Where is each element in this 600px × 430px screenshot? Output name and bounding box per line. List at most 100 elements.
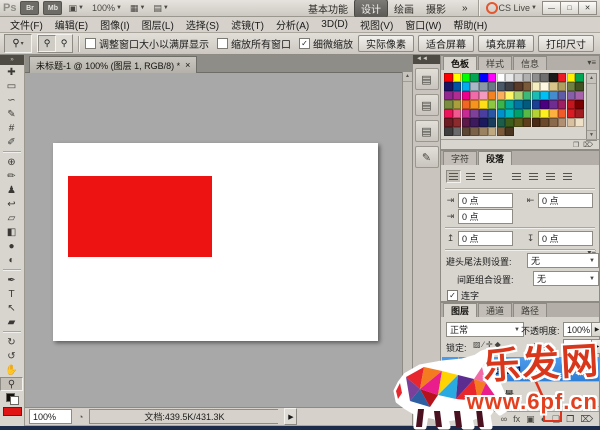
- type-tool[interactable]: T: [0, 287, 23, 301]
- cs-live-button[interactable]: CS Live▼: [484, 2, 539, 14]
- color-swatch[interactable]: [514, 82, 523, 91]
- color-swatch[interactable]: [567, 73, 576, 82]
- lock-icon-4[interactable]: ◆: [495, 340, 501, 349]
- swatches-tab-信息[interactable]: 信息: [513, 56, 547, 70]
- gradient-tool[interactable]: ◧: [0, 225, 23, 239]
- color-swatch[interactable]: [488, 118, 497, 127]
- dock-panel-icon-1[interactable]: ▤: [415, 68, 439, 90]
- color-swatch[interactable]: [488, 82, 497, 91]
- dock-panel-icon-2[interactable]: ▤: [415, 94, 439, 116]
- color-swatch[interactable]: [540, 82, 549, 91]
- move-tool[interactable]: ✚: [0, 65, 23, 79]
- menu-item-滤镜(T)[interactable]: 滤镜(T): [225, 17, 270, 32]
- color-swatch[interactable]: [558, 73, 567, 82]
- zoom-tool-preset[interactable]: ⚲▾: [4, 34, 32, 53]
- color-swatch[interactable]: [505, 109, 514, 118]
- delete-layer-icon[interactable]: ⌦: [580, 414, 593, 425]
- hand-tool[interactable]: ✋: [0, 363, 23, 377]
- swatches-scrollbar[interactable]: ▲ ▼: [586, 73, 597, 141]
- default-colors-icon[interactable]: [6, 393, 19, 405]
- color-swatch[interactable]: [505, 91, 514, 100]
- layers-tab-图层[interactable]: 图层: [443, 303, 477, 317]
- space-after-field[interactable]: 0 点: [538, 231, 593, 246]
- color-swatch[interactable]: [523, 82, 532, 91]
- color-swatch[interactable]: [558, 109, 567, 118]
- path-selection-tool[interactable]: ↖: [0, 301, 23, 315]
- dock-clone-source-icon[interactable]: ✎: [415, 146, 439, 168]
- lasso-tool[interactable]: ∽: [0, 93, 23, 107]
- color-swatch[interactable]: [567, 82, 576, 91]
- color-swatch[interactable]: [453, 109, 462, 118]
- menu-item-文件(F)[interactable]: 文件(F): [4, 17, 49, 32]
- indent-firstline-field[interactable]: 0 点: [458, 209, 513, 224]
- scroll-down-icon[interactable]: ▼: [403, 397, 412, 407]
- layer-visibility-toggle[interactable]: ⊙: [442, 382, 459, 406]
- color-swatch[interactable]: [549, 82, 558, 91]
- lock-icon-2[interactable]: ∕: [483, 340, 484, 349]
- checkbox-icon[interactable]: [217, 38, 228, 49]
- color-swatch[interactable]: [540, 100, 549, 109]
- color-swatch[interactable]: [575, 109, 584, 118]
- color-swatch[interactable]: [444, 91, 453, 100]
- color-swatch[interactable]: [532, 100, 541, 109]
- color-swatch[interactable]: [567, 118, 576, 127]
- option-细微缩放[interactable]: ✓细微缩放: [299, 36, 353, 51]
- color-swatch[interactable]: [532, 118, 541, 127]
- adjustment-layer-icon[interactable]: ◐: [541, 414, 546, 424]
- color-swatch[interactable]: [532, 109, 541, 118]
- mini-bridge-button[interactable]: Mb: [43, 1, 62, 15]
- indent-right-field[interactable]: 0 点: [538, 193, 593, 208]
- color-swatch[interactable]: [497, 82, 506, 91]
- color-swatch[interactable]: [470, 127, 479, 136]
- color-swatch[interactable]: [497, 91, 506, 100]
- color-swatch[interactable]: [540, 91, 549, 100]
- menu-item-分析(A)[interactable]: 分析(A): [270, 17, 315, 32]
- color-swatch[interactable]: [497, 109, 506, 118]
- menu-item-图层(L)[interactable]: 图层(L): [136, 17, 180, 32]
- color-swatch[interactable]: [558, 100, 567, 109]
- color-swatch[interactable]: [470, 91, 479, 100]
- foreground-color-swatch[interactable]: [3, 407, 22, 416]
- dock-panel-icon-3[interactable]: ▤: [415, 120, 439, 142]
- color-swatch[interactable]: [575, 118, 584, 127]
- menu-item-3D(D)[interactable]: 3D(D): [315, 19, 354, 30]
- clone-stamp-tool[interactable]: ♟: [0, 183, 23, 197]
- swatches-menu-icon[interactable]: ▾≡: [587, 58, 596, 67]
- 3d-rotate-tool[interactable]: ↻: [0, 335, 23, 349]
- color-swatch[interactable]: [540, 73, 549, 82]
- color-swatch[interactable]: [479, 82, 488, 91]
- layer-row-背景[interactable]: ⊙背景: [442, 382, 599, 407]
- color-swatch[interactable]: [462, 73, 471, 82]
- align-left-button[interactable]: [446, 170, 461, 183]
- color-swatch[interactable]: [549, 91, 558, 100]
- color-swatch[interactable]: [479, 91, 488, 100]
- rectangular-marquee-tool[interactable]: ▭: [0, 79, 23, 93]
- link-layers-icon[interactable]: ∞: [501, 414, 507, 424]
- minimize-button[interactable]: —: [542, 1, 561, 15]
- workspace-绘画[interactable]: 绘画: [388, 0, 420, 17]
- hyphenate-checkbox[interactable]: ✓: [447, 290, 458, 301]
- document-tab[interactable]: 未标题-1 @ 100% (图层 1, RGB/8) * ×: [29, 56, 197, 73]
- color-swatch[interactable]: [523, 100, 532, 109]
- quick-selection-tool[interactable]: ✎: [0, 107, 23, 121]
- paragraph-tab-字符[interactable]: 字符: [443, 151, 477, 165]
- color-swatch[interactable]: [444, 73, 453, 82]
- fill-control[interactable]: 100% ▶: [563, 339, 600, 354]
- color-swatch[interactable]: [488, 109, 497, 118]
- color-swatch[interactable]: [532, 82, 541, 91]
- zoom-level-button[interactable]: 100%▼: [90, 3, 124, 13]
- color-swatch[interactable]: [444, 82, 453, 91]
- align-right-button[interactable]: [480, 170, 495, 183]
- zoom-out-button[interactable]: ⚲: [56, 36, 72, 51]
- new-swatch-icon[interactable]: ❐: [573, 141, 579, 149]
- justify-last-center-button[interactable]: [526, 170, 541, 183]
- color-swatch[interactable]: [497, 127, 506, 136]
- color-swatch[interactable]: [567, 91, 576, 100]
- color-swatch[interactable]: [505, 118, 514, 127]
- color-swatch[interactable]: [532, 73, 541, 82]
- color-swatch[interactable]: [497, 73, 506, 82]
- color-swatch[interactable]: [488, 73, 497, 82]
- bridge-button[interactable]: Br: [20, 1, 39, 15]
- option-button-打印尺寸[interactable]: 打印尺寸: [538, 35, 594, 52]
- blend-mode-select[interactable]: 正常▼: [446, 322, 524, 337]
